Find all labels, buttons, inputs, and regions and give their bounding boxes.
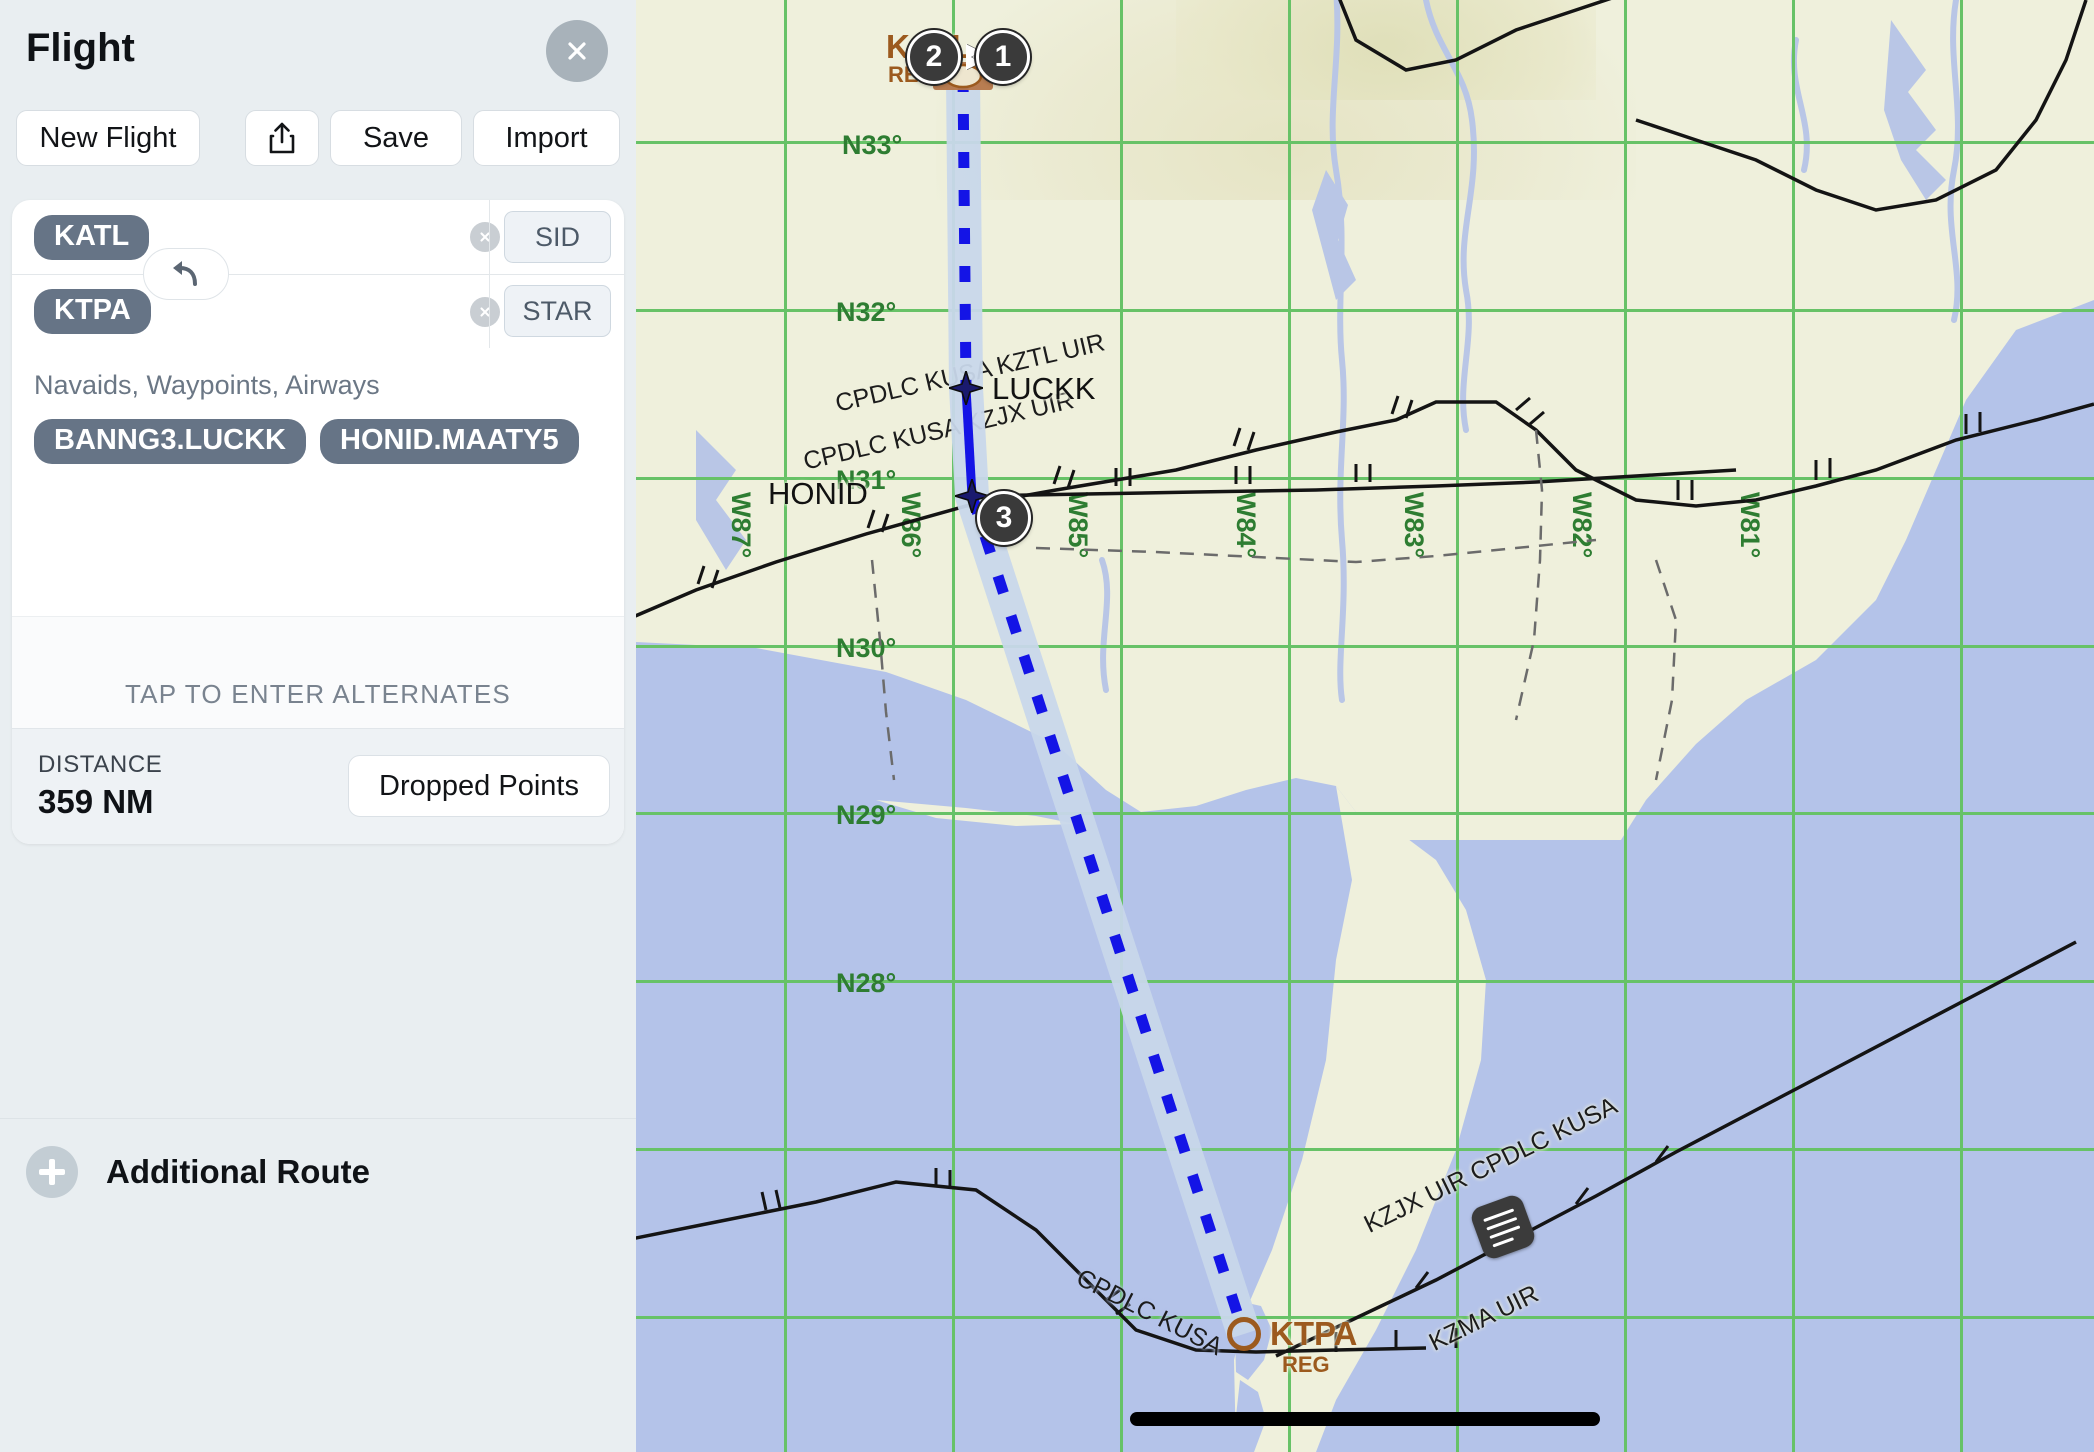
additional-route-row[interactable]: Additional Route (0, 1118, 636, 1224)
import-button[interactable]: Import (473, 110, 620, 166)
flight-route (946, 75, 1261, 1340)
waypoint-label-honid: HONID (768, 476, 868, 511)
navaid-chip-row: BANNG3.LUCKK HONID.MAATY5 (34, 419, 602, 464)
route-badge-1[interactable]: 1 (976, 30, 1030, 84)
swap-route-button[interactable] (143, 248, 229, 300)
waypoint-label-luckk: LUCKK (992, 371, 1096, 406)
alternates-placeholder: TAP TO ENTER ALTERNATES (125, 679, 511, 709)
airport-label-ktpa: KTPA (1270, 1315, 1358, 1352)
sid-star-column: SID STAR (489, 200, 624, 348)
origin-chip[interactable]: KATL (34, 214, 150, 260)
save-button[interactable]: Save (330, 110, 462, 166)
distance-value: 359 NM (38, 783, 154, 820)
distance-bar: DISTANCE 359 NM Dropped Points (12, 728, 624, 844)
plus-circle-icon (26, 1145, 78, 1198)
share-icon (269, 122, 295, 154)
close-icon (568, 42, 586, 60)
share-button[interactable] (245, 110, 319, 166)
dropped-points-button[interactable]: Dropped Points (348, 755, 610, 817)
airport-rows: KATL KTPA SID STAR (12, 200, 624, 348)
navaid-chip[interactable]: HONID.MAATY5 (320, 419, 579, 464)
additional-route-label: Additional Route (106, 1152, 370, 1190)
flight-panel: Flight New Flight Save Import KATL KTPA … (0, 0, 636, 1452)
destination-chip[interactable]: KTPA (34, 289, 151, 334)
star-button[interactable]: STAR (504, 285, 611, 337)
divider (489, 274, 624, 275)
sid-button[interactable]: SID (504, 211, 611, 263)
distance-label: DISTANCE (38, 751, 163, 778)
route-card: KATL KTPA SID STAR Navaids, Waypoints, A… (12, 200, 624, 844)
map-canvas[interactable]: N33° N32° N31° N30° N29° N28° W87° W86° … (636, 0, 2094, 1452)
navaid-chip[interactable]: BANNG3.LUCKK (34, 419, 306, 464)
panel-header: Flight (0, 0, 636, 104)
home-indicator[interactable] (1130, 1412, 1600, 1426)
route-badge-3[interactable]: 3 (977, 491, 1031, 545)
flight-toolbar: New Flight Save Import (0, 110, 636, 184)
route-badge-2[interactable]: 2 (907, 30, 961, 84)
airport-symbol-ktpa[interactable] (1227, 1317, 1261, 1351)
new-flight-button[interactable]: New Flight (16, 110, 200, 166)
airport-sublabel-ktpa: REG (1282, 1352, 1330, 1377)
navaids-section: Navaids, Waypoints, Airways BANNG3.LUCKK… (12, 348, 624, 464)
waypoint-marker-luckk[interactable] (949, 371, 983, 405)
navaids-section-title: Navaids, Waypoints, Airways (34, 370, 380, 400)
page-title: Flight (26, 26, 135, 70)
reverse-arrow-icon (173, 261, 197, 286)
close-button[interactable] (546, 20, 608, 82)
